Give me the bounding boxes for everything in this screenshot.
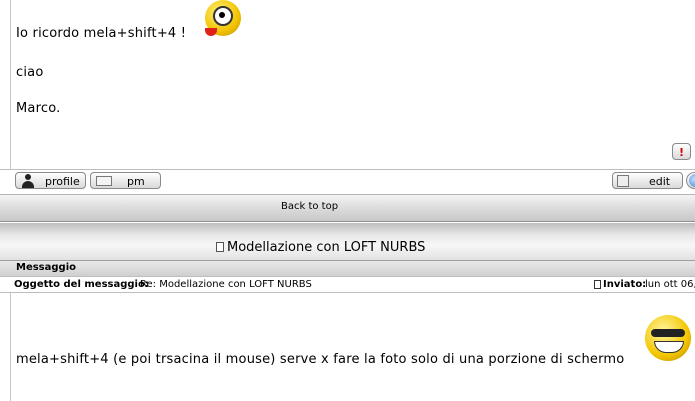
profile-button[interactable]: profile: [15, 172, 86, 189]
post-line: Io ricordo mela+shift+4 !: [16, 26, 187, 41]
topic-title-bar: Modellazione con LOFT NURBS: [0, 223, 695, 260]
pm-label: pm: [127, 175, 145, 188]
subject-row: Oggetto del messaggio: Re: Modellazione …: [0, 276, 695, 293]
report-button[interactable]: !: [672, 143, 691, 160]
report-icon: !: [678, 146, 685, 159]
user-icon: [22, 174, 34, 188]
left-border: [10, 293, 11, 401]
quote-button[interactable]: [686, 172, 695, 189]
table-header: Messaggio: [0, 260, 695, 276]
back-to-top-bar: Back to top: [0, 194, 695, 222]
edit-button[interactable]: edit: [612, 172, 683, 189]
post-line: Marco.: [16, 101, 61, 116]
tongue-smiley-icon: [205, 0, 241, 36]
post-line: ciao: [16, 65, 44, 80]
sent-label: Inviato:: [603, 279, 647, 290]
profile-label: profile: [45, 175, 80, 188]
message-column-header: Messaggio: [16, 262, 76, 273]
edit-label: edit: [649, 175, 671, 188]
subject-label: Oggetto del messaggio:: [14, 279, 149, 290]
pm-button[interactable]: pm: [90, 172, 161, 189]
subject-value: Re: Modellazione con LOFT NURBS: [140, 279, 312, 290]
topic-title[interactable]: Modellazione con LOFT NURBS: [227, 240, 425, 255]
edit-icon: [617, 175, 629, 187]
back-to-top-link[interactable]: Back to top: [281, 201, 338, 212]
document-icon: [216, 242, 224, 252]
envelope-icon: [96, 176, 112, 186]
sent-document-icon: [594, 280, 601, 289]
sent-value: lun ott 06,: [645, 279, 695, 290]
divider: [0, 169, 695, 170]
grinning-smiley-icon: [645, 315, 691, 361]
globe-icon: [689, 174, 695, 187]
left-border: [10, 0, 11, 170]
post-body: mela+shift+4 (e poi trsacina il mouse) s…: [16, 352, 625, 367]
